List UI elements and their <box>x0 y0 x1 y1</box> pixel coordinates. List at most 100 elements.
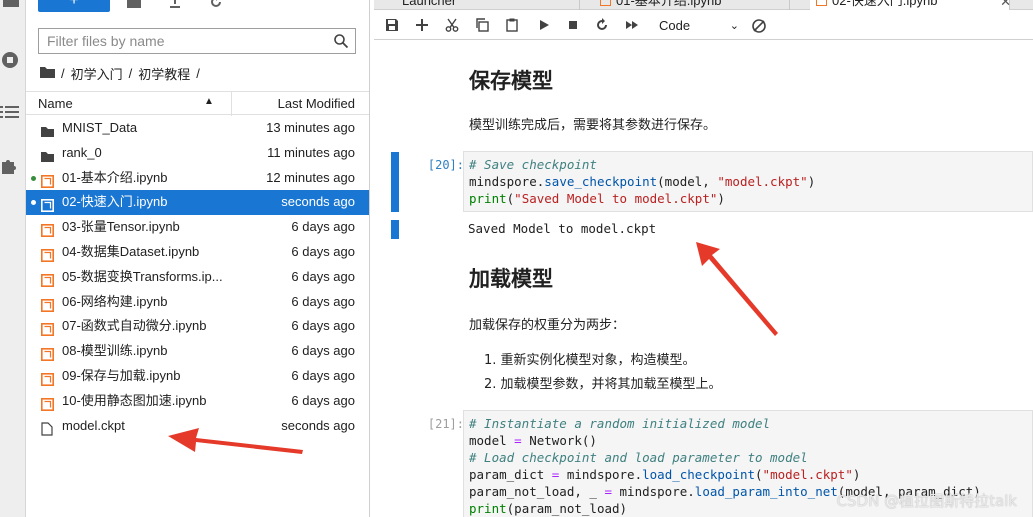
paragraph-load: 加载保存的权重分为两步： <box>469 318 626 333</box>
file-row[interactable]: 06-网络构建.ipynb 6 days ago <box>26 290 369 315</box>
file-row[interactable]: MNIST_Data 13 minutes ago <box>26 116 369 141</box>
tab-notebook-02[interactable]: 02-快速入门.ipynb <box>810 0 1010 10</box>
cut-icon[interactable] <box>445 18 461 34</box>
notebook-icon <box>41 320 54 337</box>
file-name: model.ckpt <box>62 417 125 433</box>
tab-launcher[interactable]: Launcher <box>380 0 580 10</box>
close-icon[interactable]: ✕ <box>1000 0 1011 10</box>
new-folder-icon[interactable] <box>126 0 142 10</box>
file-row[interactable]: 05-数据变换Transforms.ip... 6 days ago <box>26 265 369 290</box>
tab-notebook-01[interactable]: 01-基本介绍.ipynb <box>594 0 790 10</box>
cell-type-select[interactable]: Code ⌄ <box>659 17 739 35</box>
add-cell-icon[interactable] <box>415 18 431 34</box>
notebook-icon <box>600 0 611 6</box>
file-modified: 6 days ago <box>291 243 355 259</box>
file-row[interactable]: 01-基本介绍.ipynb 12 minutes ago <box>26 166 369 191</box>
file-modified: 6 days ago <box>291 268 355 284</box>
chevron-down-icon: ⌄ <box>729 20 739 32</box>
file-name: 01-基本介绍.ipynb <box>62 169 168 185</box>
file-name: 05-数据变换Transforms.ip... <box>62 268 223 284</box>
file-modified: 11 minutes ago <box>267 144 355 160</box>
notebook-icon <box>41 345 54 362</box>
stop-icon[interactable] <box>566 18 582 34</box>
filter-input[interactable] <box>39 29 319 53</box>
paragraph-save: 模型训练完成后，需要将其参数进行保存。 <box>469 118 717 133</box>
notebook-content: 保存模型 模型训练完成后，需要将其参数进行保存。 [20]: # Save ch… <box>374 41 1033 517</box>
file-row[interactable]: model.ckpt seconds ago <box>26 414 369 439</box>
file-name: 04-数据集Dataset.ipynb <box>62 243 200 259</box>
sort-ascending-icon[interactable]: ▲ <box>204 96 214 107</box>
file-modified: 6 days ago <box>291 343 355 359</box>
cell-output-20: Saved Model to model.ckpt <box>468 221 657 236</box>
notebook-toolbar: Code ⌄ <box>374 12 1033 40</box>
extension-icon[interactable] <box>0 156 20 176</box>
list-item: 2. 加载模型参数，并将其加载至模型上。 <box>484 377 722 392</box>
file-name: 02-快速入门.ipynb <box>62 194 168 210</box>
file-browser-toolbar: + <box>26 0 370 14</box>
search-icon[interactable] <box>333 33 349 49</box>
column-name[interactable]: Name <box>38 96 73 111</box>
breadcrumb-sep: / <box>61 65 65 81</box>
column-last-modified[interactable]: Last Modified <box>278 96 355 111</box>
copy-icon[interactable] <box>475 18 491 34</box>
breadcrumb-item-intro[interactable]: 初学入门 <box>71 64 123 83</box>
output-collapser[interactable] <box>391 220 399 239</box>
breadcrumb: / 初学入门 / 初学教程 / <box>40 64 200 82</box>
list-icon[interactable] <box>0 104 20 124</box>
file-name: 10-使用静态图加速.ipynb <box>62 392 207 408</box>
file-modified: 6 days ago <box>291 219 355 235</box>
file-list-header: Name ▲ Last Modified <box>26 91 369 116</box>
file-row[interactable]: 10-使用静态图加速.ipynb 6 days ago <box>26 389 369 414</box>
new-launcher-button[interactable]: + <box>38 0 110 12</box>
notebook-icon <box>41 196 54 213</box>
refresh-icon[interactable] <box>208 0 224 10</box>
notebook-icon <box>41 246 54 262</box>
file-row[interactable]: 04-数据集Dataset.ipynb 6 days ago <box>26 240 369 265</box>
file-name: 07-函数式自动微分.ipynb <box>62 318 207 334</box>
file-name: 03-张量Tensor.ipynb <box>62 219 180 235</box>
breadcrumb-sep: / <box>196 65 200 81</box>
file-browser: + / 初学入门 / 初学教程 / Name ▲ Last Modified M… <box>26 0 370 517</box>
paste-icon[interactable] <box>505 18 521 34</box>
save-icon[interactable] <box>385 18 401 34</box>
file-modified: 6 days ago <box>291 367 355 383</box>
fast-forward-icon[interactable] <box>625 18 641 34</box>
running-icon[interactable] <box>1 50 21 70</box>
column-divider[interactable] <box>231 92 232 116</box>
file-row[interactable]: rank_0 11 minutes ago <box>26 141 369 166</box>
folder-icon <box>41 147 54 162</box>
list-item: 1. 重新实例化模型对象，构造模型。 <box>484 353 696 368</box>
file-row[interactable]: 09-保存与加载.ipynb 6 days ago <box>26 364 369 389</box>
run-icon[interactable] <box>537 18 553 34</box>
cell-prompt: [21]: <box>427 417 464 431</box>
file-modified: seconds ago <box>281 194 355 210</box>
notebook-icon <box>816 0 827 6</box>
notebook-panel: Launcher 01-基本介绍.ipynb 02-快速入门.ipynb ✕ C… <box>374 0 1033 517</box>
file-name: MNIST_Data <box>62 120 138 135</box>
breadcrumb-sep: / <box>128 65 133 81</box>
kernel-status-icon[interactable] <box>751 18 767 34</box>
file-modified: 13 minutes ago <box>266 120 355 135</box>
file-row[interactable]: 02-快速入门.ipynb seconds ago <box>26 190 369 216</box>
home-folder-icon[interactable] <box>40 66 55 81</box>
file-name: 06-网络构建.ipynb <box>62 293 168 309</box>
file-modified: 12 minutes ago <box>266 169 355 185</box>
file-row[interactable]: 08-模型训练.ipynb 6 days ago <box>26 339 369 364</box>
folder-icon[interactable] <box>2 0 22 14</box>
file-name: rank_0 <box>62 144 102 160</box>
file-modified: seconds ago <box>281 417 355 433</box>
breadcrumb-item-tutorial[interactable]: 初学教程 <box>138 64 190 83</box>
heading-load-model: 加载模型 <box>469 267 553 291</box>
restart-icon[interactable] <box>595 18 611 34</box>
code-cell-20[interactable]: # Save checkpoint mindspore.save_checkpo… <box>463 151 1033 212</box>
upload-icon[interactable] <box>167 0 183 10</box>
folder-icon <box>41 122 54 137</box>
file-row[interactable]: 07-函数式自动微分.ipynb 6 days ago <box>26 314 369 339</box>
heading-save-model: 保存模型 <box>469 69 553 93</box>
file-row[interactable]: 03-张量Tensor.ipynb 6 days ago <box>26 215 369 240</box>
file-modified: 6 days ago <box>291 318 355 334</box>
cell-collapser[interactable] <box>391 152 399 212</box>
notebook-icon <box>41 271 54 287</box>
running-indicator-icon <box>31 175 36 181</box>
notebook-icon <box>41 172 54 188</box>
